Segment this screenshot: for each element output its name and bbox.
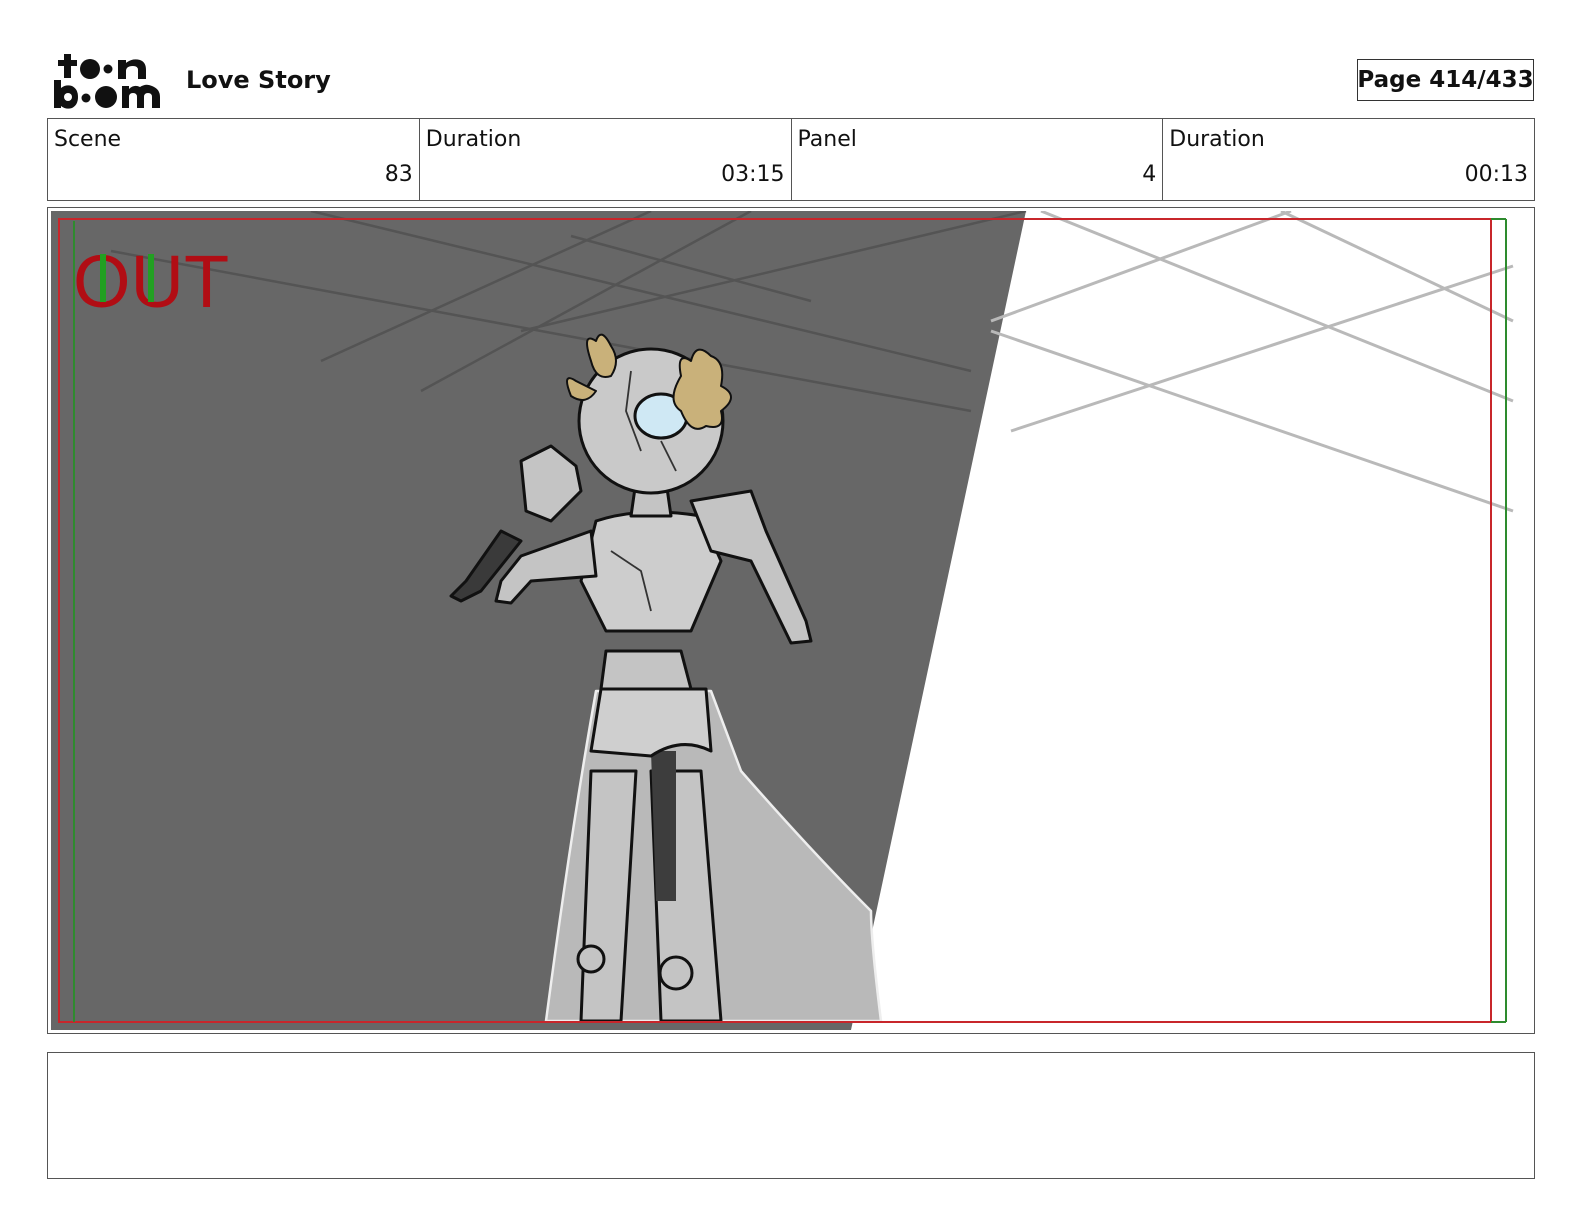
panel-duration-value: 00:13 — [1464, 162, 1528, 187]
panel-duration-label: Duration — [1169, 127, 1265, 152]
panel-value: 4 — [1142, 162, 1157, 187]
caption-box — [47, 1052, 1535, 1179]
shadow-region — [51, 211, 1026, 1030]
storyboard-panel: OUT — [47, 207, 1535, 1034]
toon-boom-logo — [52, 52, 164, 110]
scene-cell: Scene 83 — [48, 119, 420, 200]
panel-label: Panel — [797, 127, 857, 152]
page-number: Page 414/433 — [1357, 59, 1534, 101]
scene-duration-label: Duration — [425, 127, 522, 152]
scene-duration-value: 03:15 — [721, 162, 785, 187]
scene-info-row: Scene 83 Duration 03:15 Panel 4 Duration… — [47, 118, 1535, 201]
scene-label: Scene — [54, 127, 122, 152]
panel-cell: Panel 4 — [792, 119, 1164, 200]
project-title: Love Story — [186, 66, 331, 94]
scene-duration-cell: Duration 03:15 — [420, 119, 792, 200]
panel-duration-cell: Duration 00:13 — [1163, 119, 1534, 200]
panel-drawing: OUT — [51, 211, 1514, 1030]
scene-value: 83 — [384, 162, 413, 187]
